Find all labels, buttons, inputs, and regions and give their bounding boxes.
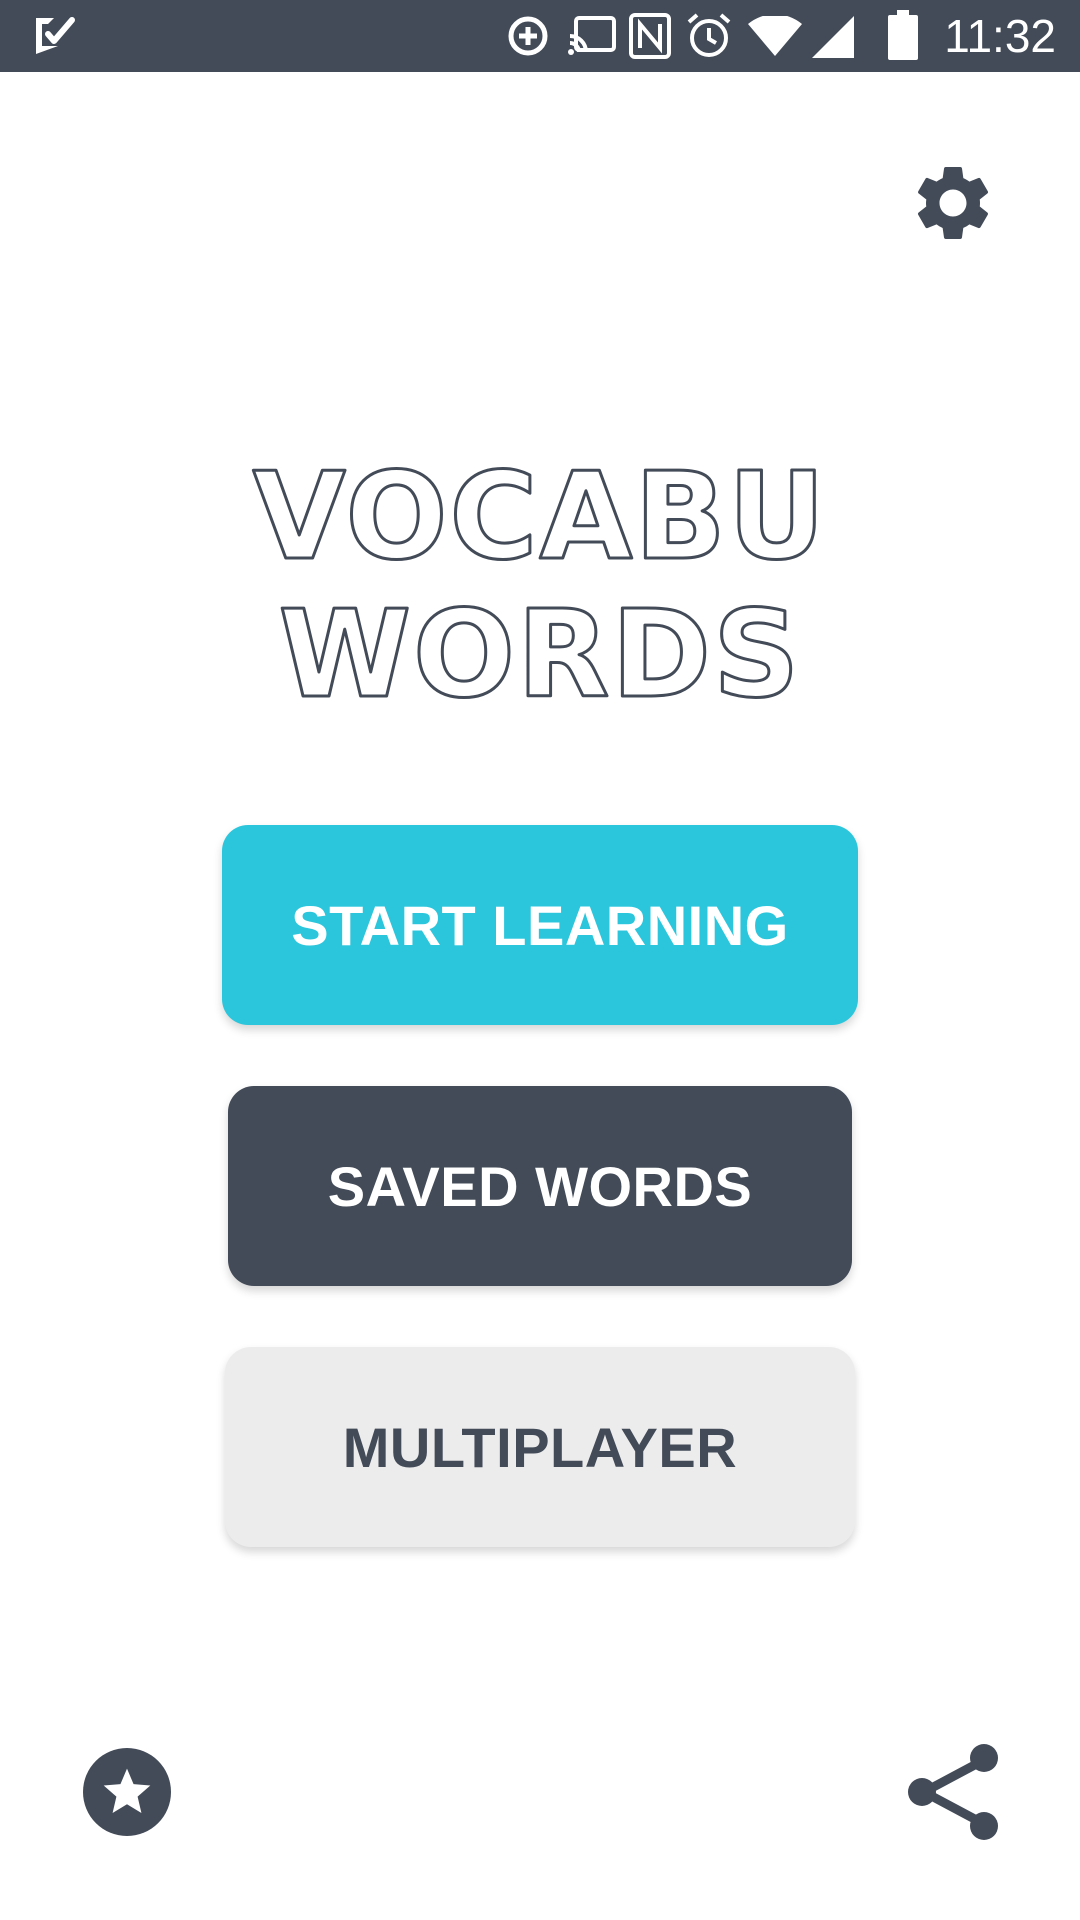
start-learning-button[interactable]: START LEARNING xyxy=(222,825,858,1025)
check-notification-icon xyxy=(36,17,75,54)
saved-words-button[interactable]: SAVED WORDS xyxy=(228,1086,852,1286)
alarm-icon xyxy=(687,13,731,57)
status-bar: 11:32 xyxy=(0,0,1080,72)
share-icon xyxy=(908,1744,998,1840)
nfc-icon xyxy=(629,13,671,59)
settings-button[interactable] xyxy=(900,150,1006,256)
status-time: 11:32 xyxy=(944,10,1056,62)
logo-line-1: VOCABU xyxy=(253,448,828,587)
cast-icon xyxy=(568,16,616,55)
wifi-icon xyxy=(748,16,802,56)
star-icon xyxy=(103,1768,151,1813)
battery-icon xyxy=(888,10,918,60)
gear-icon xyxy=(917,166,989,239)
app-logo: VOCABU WORDS xyxy=(251,447,828,727)
cell-signal-icon xyxy=(812,16,854,58)
logo-line-2: WORDS xyxy=(279,586,802,725)
share-button[interactable] xyxy=(906,1742,1002,1842)
rate-button[interactable] xyxy=(83,1748,171,1836)
data-saver-icon xyxy=(508,16,548,56)
multiplayer-button[interactable]: MULTIPLAYER xyxy=(225,1347,855,1547)
